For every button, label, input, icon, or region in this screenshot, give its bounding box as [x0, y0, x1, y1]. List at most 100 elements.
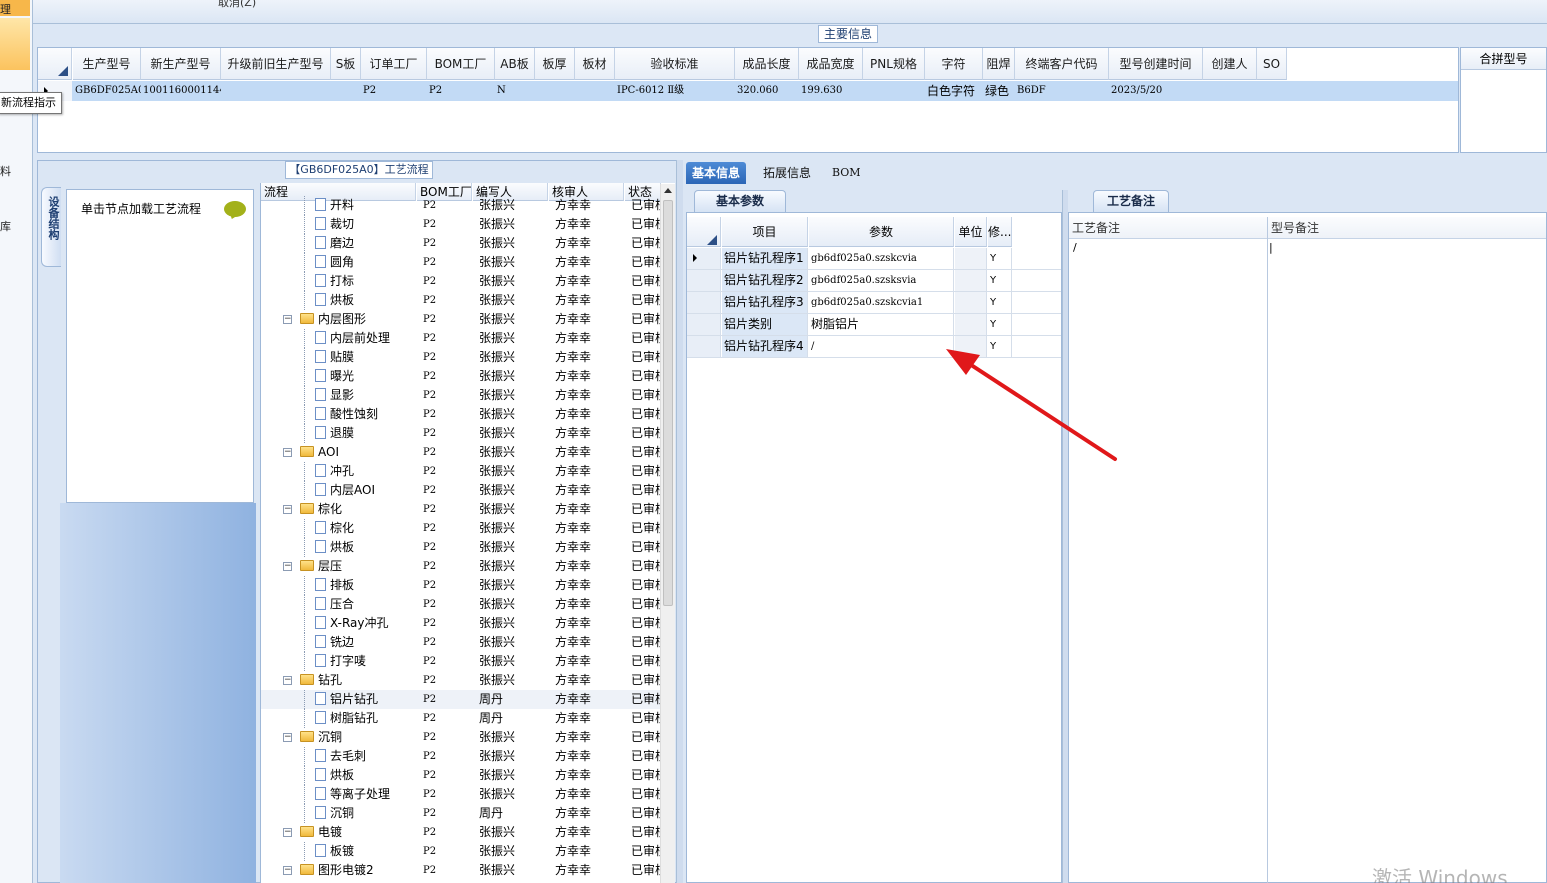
tree-row[interactable]: 磨边 P2 张振兴 方幸幸 已审核: [261, 234, 661, 253]
param-column-header[interactable]: 项目: [722, 217, 808, 247]
collapse-icon[interactable]: −: [283, 448, 292, 457]
collapse-icon[interactable]: −: [283, 866, 292, 875]
column-header[interactable]: AB板: [495, 48, 535, 80]
table-cell[interactable]: [221, 81, 331, 101]
tree-row[interactable]: 层压 − P2 张振兴 方幸幸 已审核: [261, 557, 661, 576]
tree-row[interactable]: 打字唛 P2 张振兴 方幸幸 已审核: [261, 652, 661, 671]
column-header[interactable]: 新生产型号: [141, 48, 221, 80]
tree-scrollbar[interactable]: [660, 184, 675, 883]
nav-label[interactable]: 料: [0, 163, 11, 179]
table-cell[interactable]: [863, 81, 925, 101]
tree-row[interactable]: 烘板 P2 张振兴 方幸幸 已审核: [261, 291, 661, 310]
param-cell-value[interactable]: gb6df025a0.szsksvia: [809, 270, 954, 291]
param-cell-value[interactable]: gb6df025a0.szskcvia: [809, 248, 954, 269]
tree-row[interactable]: 贴膜 P2 张振兴 方幸幸 已审核: [261, 348, 661, 367]
nav-active-item[interactable]: [0, 18, 30, 70]
column-header[interactable]: 板材: [575, 48, 615, 80]
row-header-corner[interactable]: [38, 48, 72, 80]
column-header[interactable]: 创建人: [1203, 48, 1257, 80]
tab-extended-info[interactable]: 拓展信息: [757, 162, 817, 184]
scroll-thumb[interactable]: [663, 200, 673, 606]
column-header[interactable]: 验收标准: [615, 48, 735, 80]
table-cell[interactable]: B6DF: [1015, 81, 1109, 101]
tree-row[interactable]: 退膜 P2 张振兴 方幸幸 已审核: [261, 424, 661, 443]
table-cell[interactable]: N: [495, 81, 535, 101]
table-cell[interactable]: [575, 81, 615, 101]
param-column-header[interactable]: 修...: [988, 217, 1012, 247]
tab-basic-params[interactable]: 基本参数: [694, 190, 786, 212]
param-column-header[interactable]: 单位: [955, 217, 987, 247]
collapse-icon[interactable]: −: [283, 676, 292, 685]
cancel-button[interactable]: 取消(Z): [218, 0, 256, 10]
tree-row[interactable]: 板镀 P2 张振兴 方幸幸 已审核: [261, 842, 661, 861]
collapse-icon[interactable]: −: [283, 733, 292, 742]
collapse-icon[interactable]: −: [283, 505, 292, 514]
tree-row[interactable]: 沉铜 P2 周丹 方幸幸 已审核: [261, 804, 661, 823]
table-cell[interactable]: [1203, 81, 1257, 101]
tab-process-notes[interactable]: 工艺备注: [1093, 190, 1169, 212]
param-row[interactable]: 铝片钻孔程序2 gb6df025a0.szsksvia Y: [687, 270, 1061, 292]
tree-row[interactable]: 图形电镀2 − P2 张振兴 方幸幸 已审核: [261, 861, 661, 880]
table-cell[interactable]: P2: [361, 81, 427, 101]
column-header[interactable]: 型号创建时间: [1109, 48, 1203, 80]
tree-row[interactable]: 棕化 P2 张振兴 方幸幸 已审核: [261, 519, 661, 538]
tree-row[interactable]: 压合 P2 张振兴 方幸幸 已审核: [261, 595, 661, 614]
table-cell[interactable]: 白色字符: [925, 81, 983, 101]
table-cell[interactable]: IPC-6012 Ⅱ级: [615, 81, 735, 101]
tree-row[interactable]: 烘板 P2 张振兴 方幸幸 已审核: [261, 766, 661, 785]
param-row[interactable]: 铝片钻孔程序1 gb6df025a0.szskcvia Y: [687, 248, 1061, 270]
column-header[interactable]: 终端客户代码: [1015, 48, 1109, 80]
tree-row[interactable]: 棕化 − P2 张振兴 方幸幸 已审核: [261, 500, 661, 519]
table-cell[interactable]: 10011600011442: [141, 81, 221, 101]
column-header[interactable]: 生产型号: [73, 48, 141, 80]
nav-label[interactable]: 理: [0, 1, 11, 17]
table-cell[interactable]: 320.060: [735, 81, 799, 101]
collapse-icon[interactable]: −: [283, 562, 292, 571]
tree-row[interactable]: 内层前处理 P2 张振兴 方幸幸 已审核: [261, 329, 661, 348]
tree-row[interactable]: 铣边 P2 张振兴 方幸幸 已审核: [261, 633, 661, 652]
tree-row[interactable]: 曝光 P2 张振兴 方幸幸 已审核: [261, 367, 661, 386]
tree-row[interactable]: X-Ray冲孔 P2 张振兴 方幸幸 已审核: [261, 614, 661, 633]
nav-label[interactable]: 库: [0, 218, 11, 234]
table-cell[interactable]: 2023/5/20: [1109, 81, 1203, 101]
param-row[interactable]: 铝片类别 树脂铝片 Y: [687, 314, 1061, 336]
process-note-input[interactable]: /: [1073, 241, 1077, 254]
param-column-header[interactable]: 参数: [809, 217, 954, 247]
tree-row[interactable]: 铝片钻孔 P2 周丹 方幸幸 已审核: [261, 690, 661, 709]
table-cell[interactable]: [1257, 81, 1287, 101]
column-header[interactable]: 升级前旧生产型号: [221, 48, 331, 80]
equipment-structure-tab[interactable]: 设备结构: [41, 187, 61, 267]
collapse-icon[interactable]: −: [283, 315, 292, 324]
tree-row[interactable]: 开料 P2 张振兴 方幸幸 已审核: [261, 196, 661, 215]
column-header[interactable]: 订单工厂: [361, 48, 427, 80]
model-note-input[interactable]: |: [1269, 241, 1273, 254]
column-header[interactable]: 字符: [925, 48, 983, 80]
tab-bom[interactable]: BOM: [826, 162, 867, 184]
scroll-up-icon[interactable]: [661, 184, 675, 198]
column-header[interactable]: SO: [1257, 48, 1287, 80]
params-corner[interactable]: [687, 217, 721, 247]
tree-row[interactable]: 显影 P2 张振兴 方幸幸 已审核: [261, 386, 661, 405]
param-cell-value[interactable]: /: [809, 336, 954, 357]
tree-row[interactable]: 内层AOI P2 张振兴 方幸幸 已审核: [261, 481, 661, 500]
table-cell[interactable]: 绿色: [983, 81, 1015, 101]
table-cell[interactable]: GB6DF025A0: [73, 81, 141, 101]
tree-row[interactable]: AOI − P2 张振兴 方幸幸 已审核: [261, 443, 661, 462]
tree-row[interactable]: 去毛刺 P2 张振兴 方幸幸 已审核: [261, 747, 661, 766]
tree-row[interactable]: 冲孔 P2 张振兴 方幸幸 已审核: [261, 462, 661, 481]
table-cell[interactable]: P2: [427, 81, 495, 101]
column-header[interactable]: 成品宽度: [799, 48, 863, 80]
param-cell-value[interactable]: gb6df025a0.szskcvia1: [809, 292, 954, 313]
tree-row[interactable]: 裁切 P2 张振兴 方幸幸 已审核: [261, 215, 661, 234]
tree-row[interactable]: 圆角 P2 张振兴 方幸幸 已审核: [261, 253, 661, 272]
tree-row[interactable]: 烘板 P2 张振兴 方幸幸 已审核: [261, 538, 661, 557]
column-header[interactable]: PNL规格: [863, 48, 925, 80]
tree-row[interactable]: 内层图形 − P2 张振兴 方幸幸 已审核: [261, 310, 661, 329]
tab-basic-info[interactable]: 基本信息: [686, 162, 747, 184]
tree-row[interactable]: 打标 P2 张振兴 方幸幸 已审核: [261, 272, 661, 291]
table-cell[interactable]: [331, 81, 361, 101]
tree-row[interactable]: 酸性蚀刻 P2 张振兴 方幸幸 已审核: [261, 405, 661, 424]
table-cell[interactable]: [535, 81, 575, 101]
collapse-icon[interactable]: −: [283, 828, 292, 837]
column-header[interactable]: 阻焊: [983, 48, 1015, 80]
